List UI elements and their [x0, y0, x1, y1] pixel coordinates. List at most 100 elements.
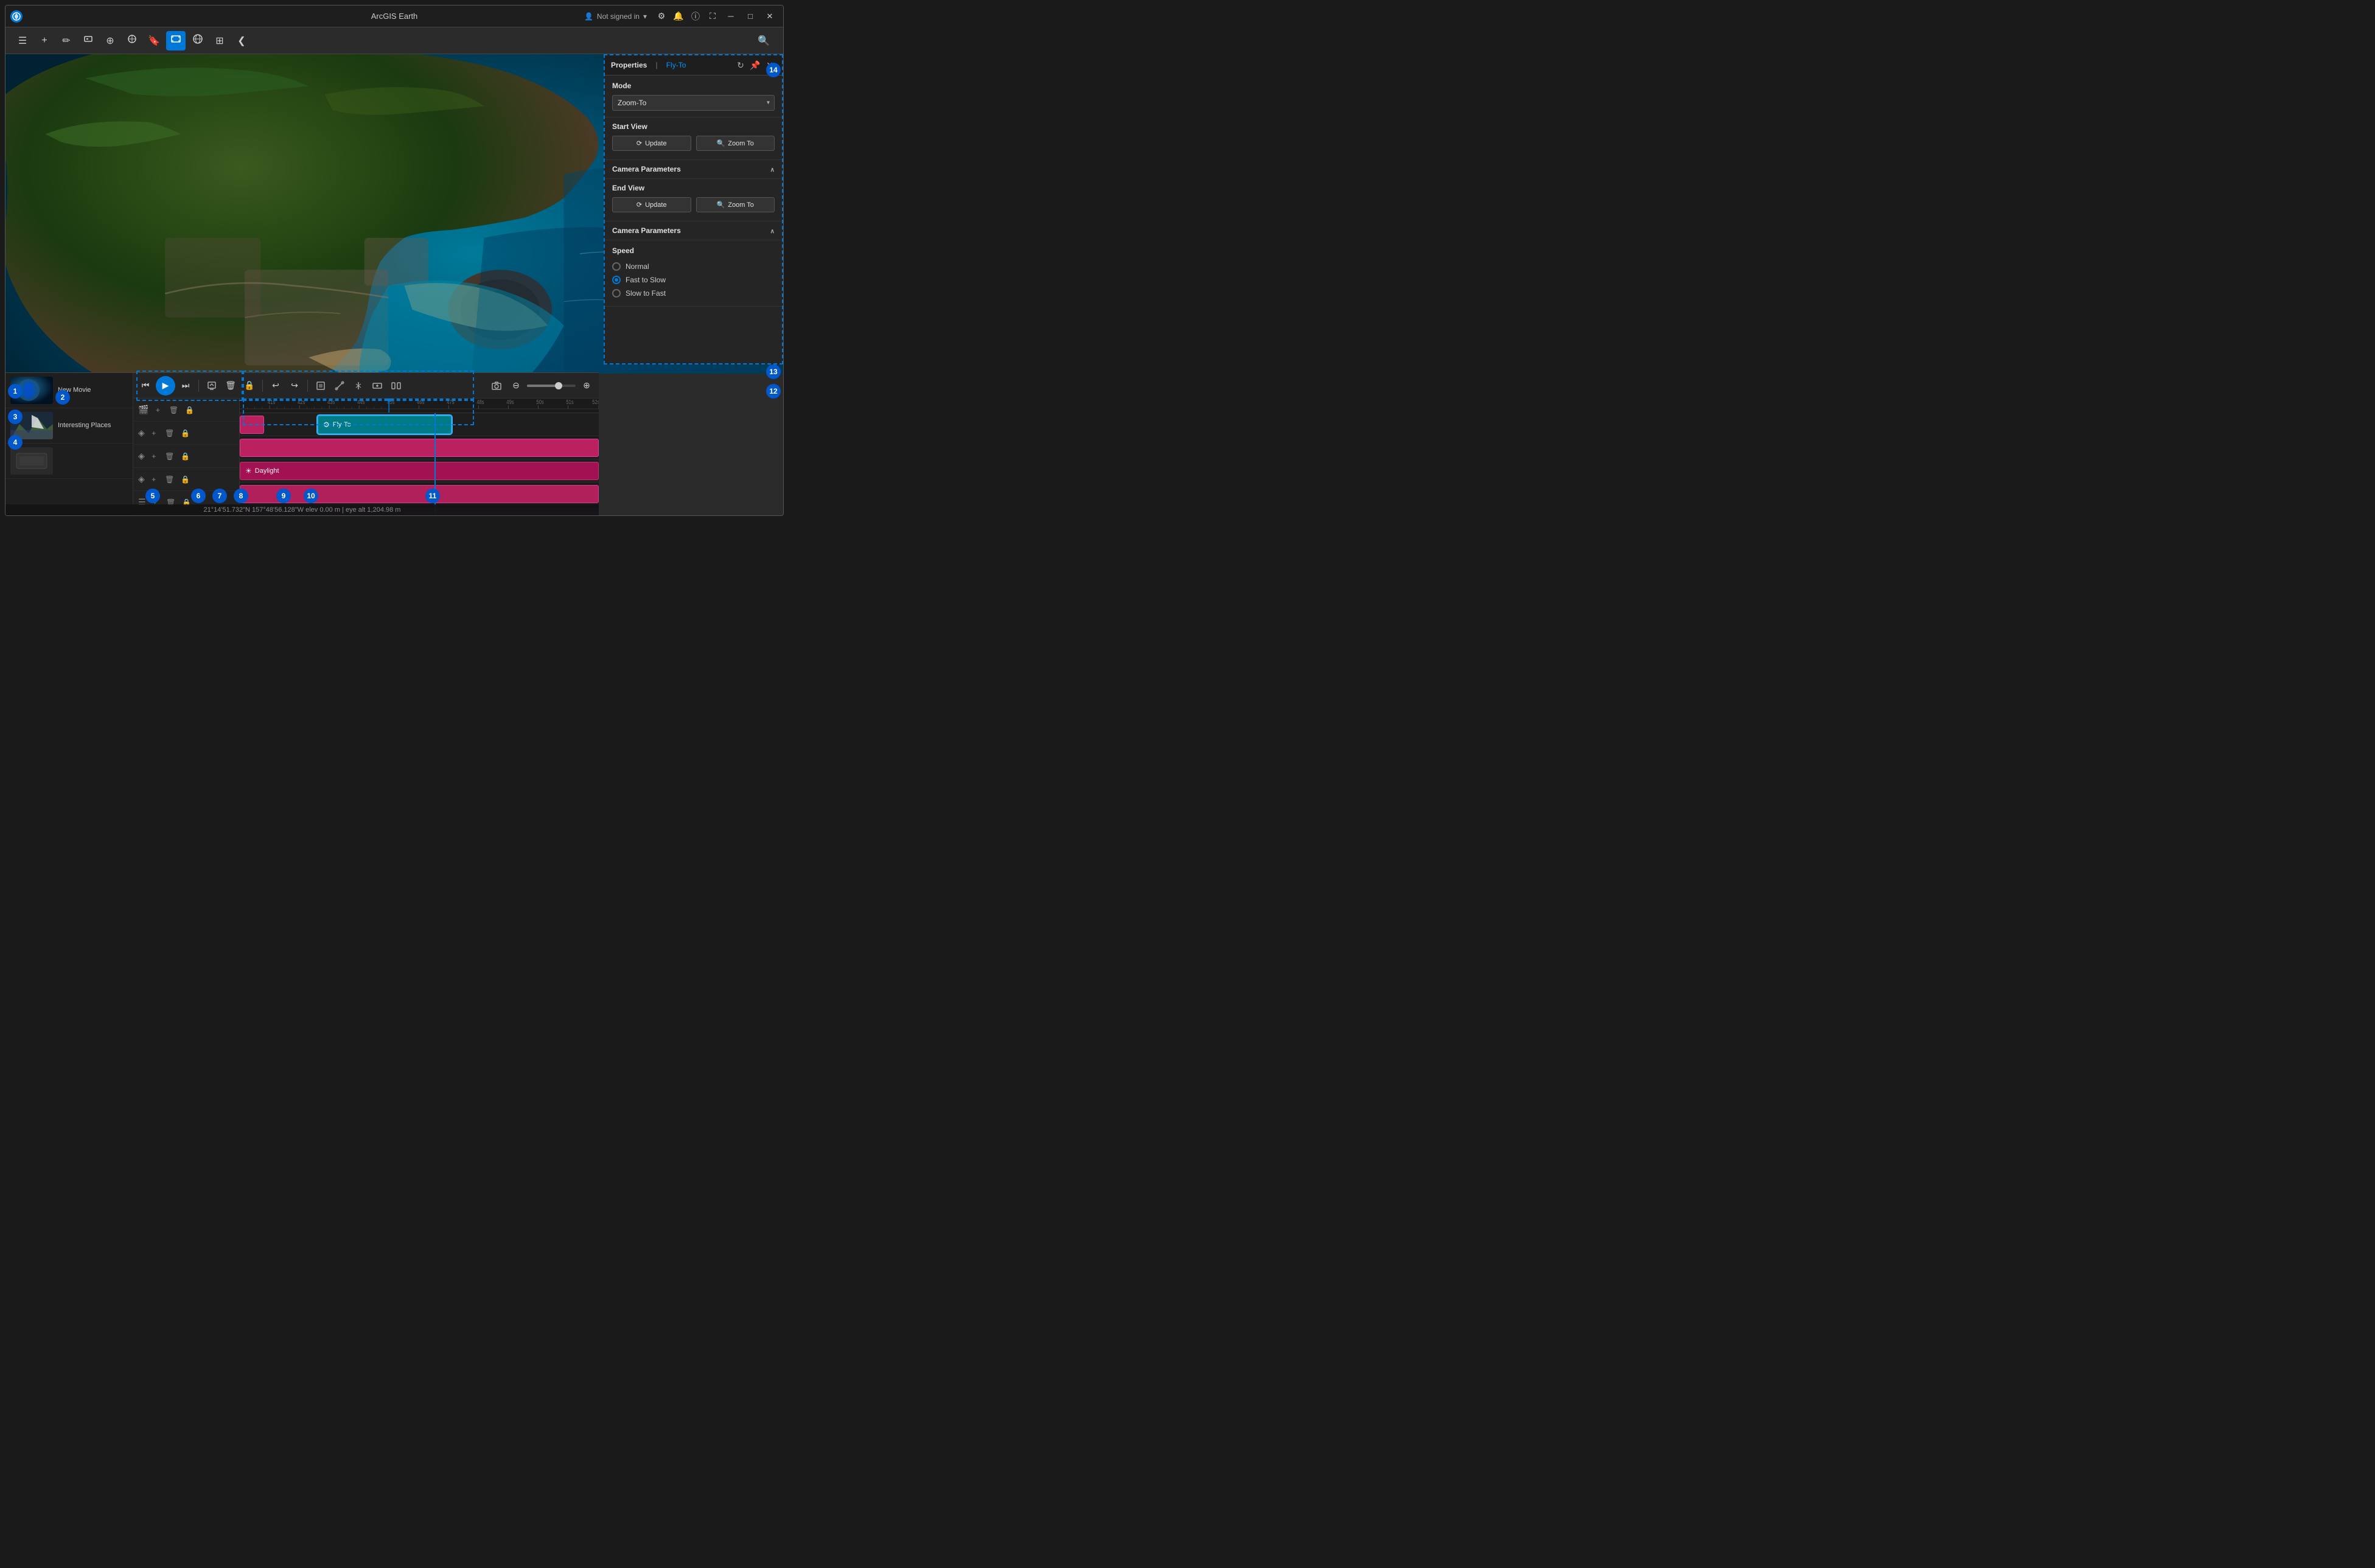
toolbar-grid-btn[interactable]: ⊞: [210, 31, 229, 51]
mode-select[interactable]: Zoom-To Fly-To Pan-To: [612, 95, 775, 111]
notification-icon-btn[interactable]: 🔔: [671, 9, 686, 24]
toolbar-movie-btn[interactable]: [166, 31, 186, 51]
toolbar-measure-btn[interactable]: ⊕: [100, 31, 120, 51]
start-update-btn[interactable]: ⟳ Update: [612, 136, 691, 151]
layer-item-default[interactable]: [5, 444, 133, 479]
end-zoom-to-label: Zoom To: [728, 201, 754, 209]
app-window: ArcGIS Earth 👤 Not signed in ▾ ⚙ 🔔 ⓘ ⛶ ─…: [5, 5, 784, 516]
toolbar-bookmark-btn[interactable]: 🔖: [144, 31, 164, 51]
user-area[interactable]: 👤 Not signed in ▾: [584, 12, 647, 21]
timeline-zoom-slider[interactable]: [527, 385, 576, 387]
tl-lock-btn[interactable]: 🔒: [241, 377, 258, 394]
tl-undo-btn[interactable]: ↩: [267, 377, 284, 394]
tl-zoom-in-btn[interactable]: ⊕: [578, 377, 595, 394]
panel-refresh-btn[interactable]: ↻: [734, 59, 747, 71]
info-icon-btn[interactable]: ⓘ: [688, 9, 703, 24]
tl-zoom-out-btn[interactable]: ⊖: [507, 377, 525, 394]
track-lock-daylight-btn[interactable]: 🔒: [179, 450, 192, 463]
track-lock-video-btn[interactable]: 🔒: [183, 403, 196, 417]
speed-fast-to-slow-label: Fast to Slow: [626, 276, 666, 284]
tl-separator-1: [198, 380, 199, 392]
speed-fast-to-slow-option[interactable]: Fast to Slow: [612, 273, 775, 287]
track-pink1-row[interactable]: [240, 436, 599, 459]
toolbar-sketch-btn[interactable]: [122, 31, 142, 51]
toolbar-layers-btn[interactable]: ☰: [13, 31, 32, 51]
layer-item-interesting-places[interactable]: Interesting Places: [5, 408, 133, 444]
svg-text:52s: 52s: [592, 399, 599, 405]
track-lock-layer3-btn[interactable]: 🔒: [179, 473, 192, 486]
track-delete-daylight-btn[interactable]: 🗑: [163, 450, 176, 463]
tl-redo-btn[interactable]: ↪: [286, 377, 303, 394]
track-delete-layer3-btn[interactable]: 🗑: [163, 473, 176, 486]
end-update-btn[interactable]: ⟳ Update: [612, 197, 691, 212]
user-icon: 👤: [584, 12, 593, 21]
toolbar-draw-btn[interactable]: ✏: [57, 31, 76, 51]
panel-pin-btn[interactable]: 📌: [749, 59, 761, 71]
badge-14: 14: [766, 63, 781, 77]
speed-slow-to-fast-radio: [612, 289, 621, 298]
track-add-layer1-btn[interactable]: +: [147, 427, 161, 440]
tl-play-btn[interactable]: ▶: [156, 376, 175, 395]
track-add-daylight-btn[interactable]: +: [147, 450, 161, 463]
camera-params-start-header[interactable]: Camera Parameters: [605, 160, 782, 179]
collapse-icon: ❮: [237, 35, 245, 47]
tl-delete-btn[interactable]: 🗑: [222, 377, 239, 394]
layers-icon: ☰: [18, 35, 27, 47]
toolbar-search-btn[interactable]: 🔍: [754, 31, 773, 51]
speed-slow-to-fast-option[interactable]: Slow to Fast: [612, 287, 775, 300]
tl-snap-btn[interactable]: [312, 377, 329, 394]
mode-label: Mode: [612, 82, 775, 90]
track-ctrl-layer1: ◈ + 🗑 🔒: [133, 422, 239, 445]
track-add-layer3-btn[interactable]: +: [147, 473, 161, 486]
tracks-rows: ⚙ Fly-To ☀ Daylight: [240, 413, 599, 516]
start-view-buttons: ⟳ Update 🔍 Zoom To: [612, 136, 775, 151]
end-update-label: Update: [645, 201, 666, 209]
svg-text:43s: 43s: [327, 399, 335, 405]
track-add-video-btn[interactable]: +: [151, 403, 164, 417]
tl-forward-btn[interactable]: ⏭: [177, 377, 194, 394]
settings-icon-btn[interactable]: ⚙: [654, 9, 669, 24]
minimize-button[interactable]: ─: [722, 10, 739, 23]
tl-rewind-btn[interactable]: ⏮: [137, 377, 154, 394]
clip-pink1[interactable]: [240, 439, 599, 457]
svg-text:48s: 48s: [476, 399, 484, 405]
toolbar-edit-btn[interactable]: [78, 31, 98, 51]
speed-normal-option[interactable]: Normal: [612, 260, 775, 273]
video-clip-small-1[interactable]: [240, 416, 264, 434]
speed-label: Speed: [612, 246, 775, 255]
fly-to-clip[interactable]: ⚙ Fly-To: [318, 416, 452, 434]
camera-params-start-label: Camera Parameters: [612, 165, 681, 173]
video-track-row[interactable]: ⚙ Fly-To: [240, 413, 599, 436]
coords-text: 21°14'51.732"N 157°48'56.128"W elev 0.00…: [204, 506, 401, 514]
tl-speed-btn[interactable]: [388, 377, 405, 394]
track-delete-video-btn[interactable]: 🗑: [167, 403, 180, 417]
end-view-section: End View ⟳ Update 🔍 Zoom To: [605, 179, 782, 221]
tl-split-btn[interactable]: [350, 377, 367, 394]
tl-export-btn[interactable]: [203, 377, 220, 394]
close-button[interactable]: ✕: [761, 10, 778, 23]
expand-icon-btn[interactable]: ⛶: [705, 9, 720, 24]
toolbar-share-btn[interactable]: [188, 31, 208, 51]
toolbar-add-btn[interactable]: +: [35, 31, 54, 51]
tl-camera-btn[interactable]: [488, 377, 505, 394]
end-zoom-to-btn[interactable]: 🔍 Zoom To: [696, 197, 775, 212]
clip-daylight[interactable]: ☀ Daylight: [240, 462, 599, 480]
layer-item-new-movie[interactable]: New Movie: [5, 373, 133, 408]
track-lock-layer1-btn[interactable]: 🔒: [179, 427, 192, 440]
tl-trim-btn[interactable]: [331, 377, 348, 394]
tl-insert-btn[interactable]: [369, 377, 386, 394]
properties-panel: Properties | Fly-To ↻ 📌 ✕ Mode Zoom-To F…: [604, 54, 783, 364]
maximize-button[interactable]: □: [742, 10, 759, 23]
timeline-ruler: 41s 42s 43s 44s 45s 46s 47: [240, 399, 599, 413]
fly-to-clip-label: Fly-To: [333, 421, 351, 428]
track-daylight-row[interactable]: ☀ Daylight: [240, 459, 599, 483]
toolbar-collapse-btn[interactable]: ❮: [232, 31, 251, 51]
track-delete-layer1-btn[interactable]: 🗑: [163, 427, 176, 440]
fly-to-label: Fly-To: [666, 61, 686, 69]
zoom-thumb[interactable]: [555, 382, 562, 389]
start-zoom-to-btn[interactable]: 🔍 Zoom To: [696, 136, 775, 151]
speed-normal-radio: [612, 262, 621, 271]
camera-params-end-header[interactable]: Camera Parameters: [605, 221, 782, 240]
clip-pink2[interactable]: [240, 485, 599, 503]
track-pink2-row[interactable]: [240, 483, 599, 506]
